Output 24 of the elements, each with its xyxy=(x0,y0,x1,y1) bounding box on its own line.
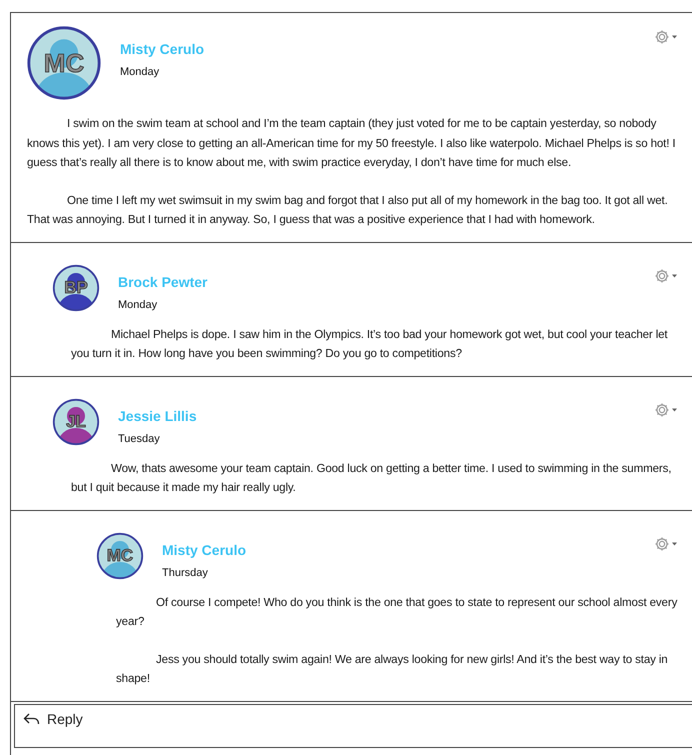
post-date: Thursday xyxy=(162,566,209,578)
author-name[interactable]: Misty Cerulo xyxy=(162,542,246,558)
settings-icon xyxy=(654,29,678,45)
reply-button[interactable]: Reply xyxy=(14,704,692,748)
author-name[interactable]: Misty Cerulo xyxy=(120,41,204,57)
post-paragraph: I swim on the swim team at school and I’m the team captain (they just voted for me to be captain yesterday, so nobody knows this yet). I am very close to getting an all-American time for my 50 freestyle. I also like waterpolo. Michael Phelps is so hot! I guess that’s really all there is to know about me, with swim practice everyday, I don’t have time for much else. xyxy=(27,116,676,171)
post-date: Monday xyxy=(120,66,160,78)
post-paragraph: Michael Phelps is dope. I saw him in the Olympics. It’s too bad your homework got wet, but cool your teacher let you turn it in. How long have you been swimming? Do you go to competitions? xyxy=(71,326,669,362)
reply-icon xyxy=(23,712,41,726)
settings-button[interactable] xyxy=(654,268,678,284)
author-name[interactable]: Jessie Lillis xyxy=(118,408,197,424)
settings-icon xyxy=(654,536,678,552)
post-paragraph: One time I left my wet swimsuit in my swim bag and forgot that I also put all of my homework in the bag too. It got all wet. That was annoying. But I turned it in anyway. So, I guess that was a positive experience that I had with homework. xyxy=(27,192,669,228)
settings-button[interactable] xyxy=(654,29,678,45)
settings-button[interactable] xyxy=(654,402,678,418)
settings-icon xyxy=(654,402,678,418)
post-date: Monday xyxy=(118,298,158,310)
settings-button[interactable] xyxy=(654,536,678,552)
post-paragraph: Jess you should totally swim again! We are always looking for new girls! And it’s the best way to stay in shape! xyxy=(116,652,669,687)
post-paragraph: Wow, thats awesome your team captain. Good luck on getting a better time. I used to swimming in the summers, but I quit because it made my hair really ugly. xyxy=(71,460,672,496)
post-paragraph: Of course I compete! Who do you think is the one that goes to state to represent our school almost every year? xyxy=(116,594,678,630)
post-date: Tuesday xyxy=(118,432,161,444)
author-name[interactable]: Brock Pewter xyxy=(118,274,208,290)
settings-icon xyxy=(654,268,678,284)
